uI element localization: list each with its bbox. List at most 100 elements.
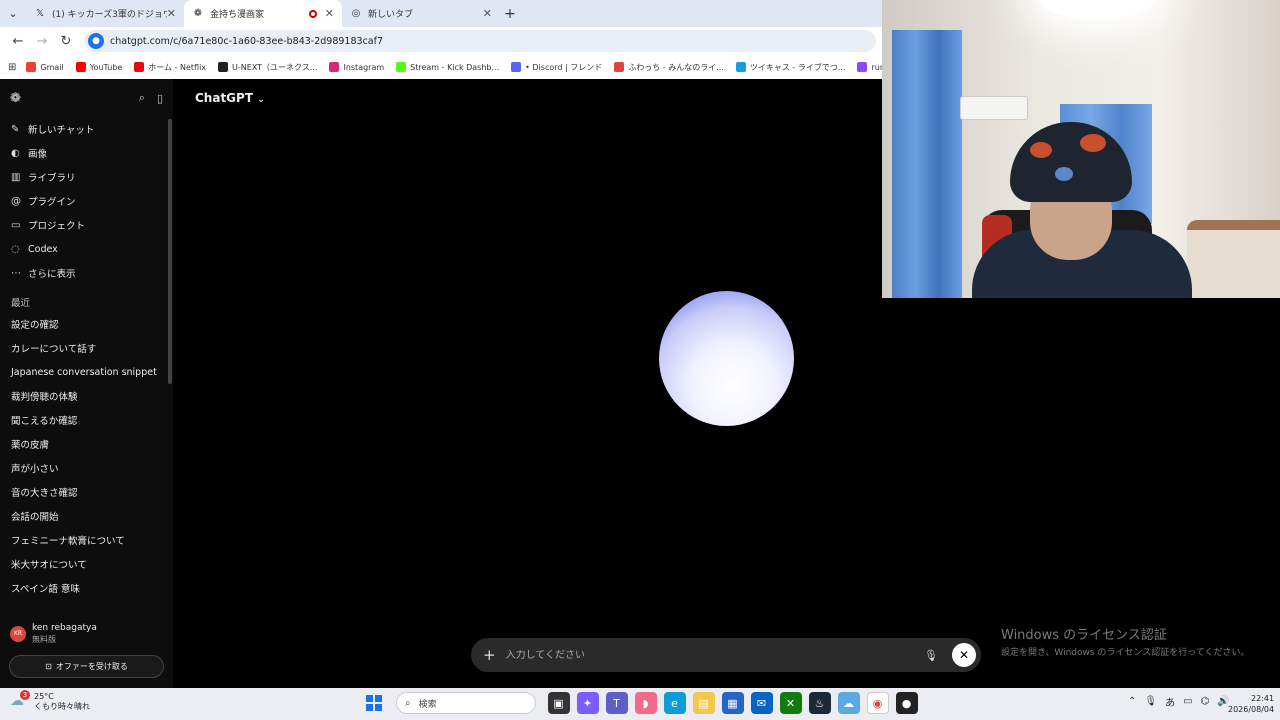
sidebar-item-plugins[interactable]: @ プラグイン	[0, 189, 173, 213]
gmail-icon	[26, 62, 37, 72]
sidebar-item-images[interactable]: ◐ 画像	[0, 141, 173, 165]
history-item[interactable]: 会話の開始	[0, 504, 173, 528]
history-item[interactable]: Japanese conversation snippet	[0, 360, 173, 384]
display-icon[interactable]: ▭	[1183, 696, 1192, 707]
chrome-icon: ◎	[351, 8, 361, 19]
bookmark-gmail[interactable]: Gmail	[26, 62, 64, 72]
cloud-app-icon[interactable]: ☁	[837, 692, 860, 714]
close-icon[interactable]: ✕	[325, 7, 334, 20]
new-tab-button[interactable]: +	[500, 6, 520, 22]
tab-title: 金持ち漫画家	[210, 10, 265, 20]
ime-indicator[interactable]: あ	[1165, 694, 1175, 709]
history-item[interactable]: 薬の皮膚	[0, 432, 173, 456]
microphone-tray-icon[interactable]: 🎙	[1144, 696, 1157, 707]
composer-input[interactable]	[505, 649, 925, 661]
webcam-hat-pattern	[1080, 134, 1106, 152]
watermark-message: 設定を開き、Windows のライセンス認証を行ってください。	[1001, 648, 1250, 658]
webcam-curtain-left	[892, 30, 962, 298]
task-view-icon[interactable]: ▣	[547, 692, 570, 714]
steam-icon[interactable]: ♨	[808, 692, 831, 714]
outlook-icon[interactable]: ✉	[750, 692, 773, 714]
chatgpt-page: ❁ ⌕ ▯ ✎ 新しいチャット ◐ 画像 ▥ ライブラリ @ プラグイン ▭ プロジェクト…	[0, 79, 981, 688]
x-icon: 𝕏	[35, 8, 45, 19]
microphone-indicator-icon[interactable]: ●	[88, 33, 104, 49]
search-icon: ⌕	[405, 697, 411, 709]
bookmark-unext[interactable]: U-NEXT（ユーネクス...	[218, 62, 317, 73]
gift-icon: ⊡	[45, 662, 52, 671]
history-item[interactable]: 声が小さい	[0, 456, 173, 480]
teams-icon[interactable]: T	[605, 692, 628, 714]
lips-app-icon[interactable]: ◗	[634, 692, 657, 714]
sidebar-scrollbar[interactable]	[168, 119, 172, 384]
close-icon[interactable]: ✕	[167, 7, 176, 20]
tab-title: 新しいタブ	[368, 10, 414, 20]
history-item[interactable]: 裁判傍聴の体験	[0, 384, 173, 408]
obs-icon[interactable]: ●	[895, 692, 918, 714]
webcam-hat-pattern	[1055, 167, 1073, 181]
weather-widget[interactable]: ☁ 3 25°C くもり時々晴れ	[10, 690, 90, 712]
back-button[interactable]: ←	[6, 34, 30, 49]
tab-title: (1) キッカーズ3軍のドジョウ（@run	[52, 10, 167, 20]
windows-start-icon[interactable]	[366, 695, 382, 711]
taskbar-clock[interactable]: 22:41 2026/08/04	[1228, 693, 1274, 715]
composer: + 🎙 ✕	[471, 638, 981, 672]
history-item[interactable]: 聞こえるか確認	[0, 408, 173, 432]
end-voice-button[interactable]: ✕	[952, 643, 976, 667]
user-profile[interactable]: KR ken rebagatya 無料版	[10, 622, 97, 645]
file-explorer-icon[interactable]: ▤	[692, 692, 715, 714]
tab-chatgpt[interactable]: ❁ 金持ち漫画家 ✕	[184, 0, 342, 27]
copilot-icon[interactable]: ✦	[576, 692, 599, 714]
model-selector[interactable]: ChatGPT ⌄	[195, 91, 265, 105]
history-item[interactable]: 設定の確認	[0, 312, 173, 336]
sidebar-header: ❁ ⌕ ▯	[0, 79, 173, 117]
network-icon[interactable]: ⌬	[1201, 696, 1210, 707]
tab-x[interactable]: 𝕏 (1) キッカーズ3軍のドジョウ（@run ✕	[26, 0, 184, 27]
store-icon[interactable]: ▦	[721, 692, 744, 714]
bookmark-netflix[interactable]: ホーム - Netflix	[134, 62, 206, 73]
clock-time: 22:41	[1251, 694, 1275, 703]
windows-activation-watermark: Windows のライセンス認証 設定を開き、Windows のライセンス認証を…	[1001, 624, 1250, 658]
windows-taskbar: ☁ 3 25°C くもり時々晴れ ⌕ 検索 ▣ ✦ T ◗ e ▤ ▦ ✉ ✕ …	[0, 688, 1280, 720]
bookmark-youtube[interactable]: YouTube	[75, 62, 122, 72]
sidebar-item-library[interactable]: ▥ ライブラリ	[0, 165, 173, 189]
bookmark-fuwacchi[interactable]: ふわっち - みんなのライ...	[614, 62, 724, 73]
apps-grid-icon[interactable]: ⊞	[8, 62, 16, 73]
bookmark-instagram[interactable]: Instagram	[329, 62, 384, 72]
plus-icon[interactable]: +	[483, 646, 496, 664]
sidebar-item-new-chat[interactable]: ✎ 新しいチャット	[0, 117, 173, 141]
history-item[interactable]: 米大サオについて	[0, 552, 173, 576]
microphone-icon[interactable]: 🎙	[924, 649, 938, 662]
browser-toolbar: ← → ↻ ● chatgpt.com/c/6a71e80c-1a60-83ee…	[0, 27, 882, 55]
sidebar: ❁ ⌕ ▯ ✎ 新しいチャット ◐ 画像 ▥ ライブラリ @ プラグイン ▭ プロジェクト…	[0, 79, 173, 688]
xbox-icon[interactable]: ✕	[779, 692, 802, 714]
history-item[interactable]: カレーについて話す	[0, 336, 173, 360]
taskbar-search[interactable]: ⌕ 検索	[396, 692, 536, 714]
reload-button[interactable]: ↻	[54, 34, 78, 49]
avatar: KR	[10, 625, 26, 642]
search-icon[interactable]: ⌕	[139, 91, 145, 105]
bookmark-kick[interactable]: Stream - Kick Dashb...	[396, 62, 499, 72]
chrome-icon[interactable]: ◉	[866, 692, 889, 714]
fuwacchi-icon	[614, 62, 625, 72]
sidebar-toggle-icon[interactable]: ▯	[157, 92, 163, 105]
sidebar-item-codex[interactable]: ◌ Codex	[0, 237, 173, 261]
openai-logo-icon[interactable]: ❁	[10, 91, 127, 106]
history-item[interactable]: フェミニーナ軟膏について	[0, 528, 173, 552]
taskbar-apps: ⌕ 検索 ▣ ✦ T ◗ e ▤ ▦ ✉ ✕ ♨ ☁ ◉ ●	[366, 692, 921, 714]
offer-button[interactable]: ⊡ オファーを受け取る	[9, 655, 164, 678]
sidebar-item-projects[interactable]: ▭ プロジェクト	[0, 213, 173, 237]
address-bar[interactable]: ● chatgpt.com/c/6a71e80c-1a60-83ee-b843-…	[84, 30, 876, 52]
bookmark-discord[interactable]: • Discord | フレンド	[511, 62, 602, 73]
history-item[interactable]: スペイン語 意味	[0, 576, 173, 600]
chevron-up-icon[interactable]: ⌃	[1128, 696, 1136, 707]
edge-icon[interactable]: e	[663, 692, 686, 714]
close-icon[interactable]: ✕	[483, 7, 492, 20]
bookmark-twitcasting[interactable]: ツイキャス - ライブでつ...	[735, 62, 845, 73]
tab-search-button[interactable]: ⌄	[0, 0, 26, 27]
tab-new[interactable]: ◎ 新しいタブ ✕	[342, 0, 500, 27]
plugin-icon: @	[11, 195, 21, 207]
bookmark-twitch[interactable]: run5963ken - Twitch	[857, 62, 882, 72]
forward-button[interactable]: →	[30, 34, 54, 49]
history-item[interactable]: 音の大きさ確認	[0, 480, 173, 504]
sidebar-item-more[interactable]: ⋯ さらに表示	[0, 261, 173, 285]
